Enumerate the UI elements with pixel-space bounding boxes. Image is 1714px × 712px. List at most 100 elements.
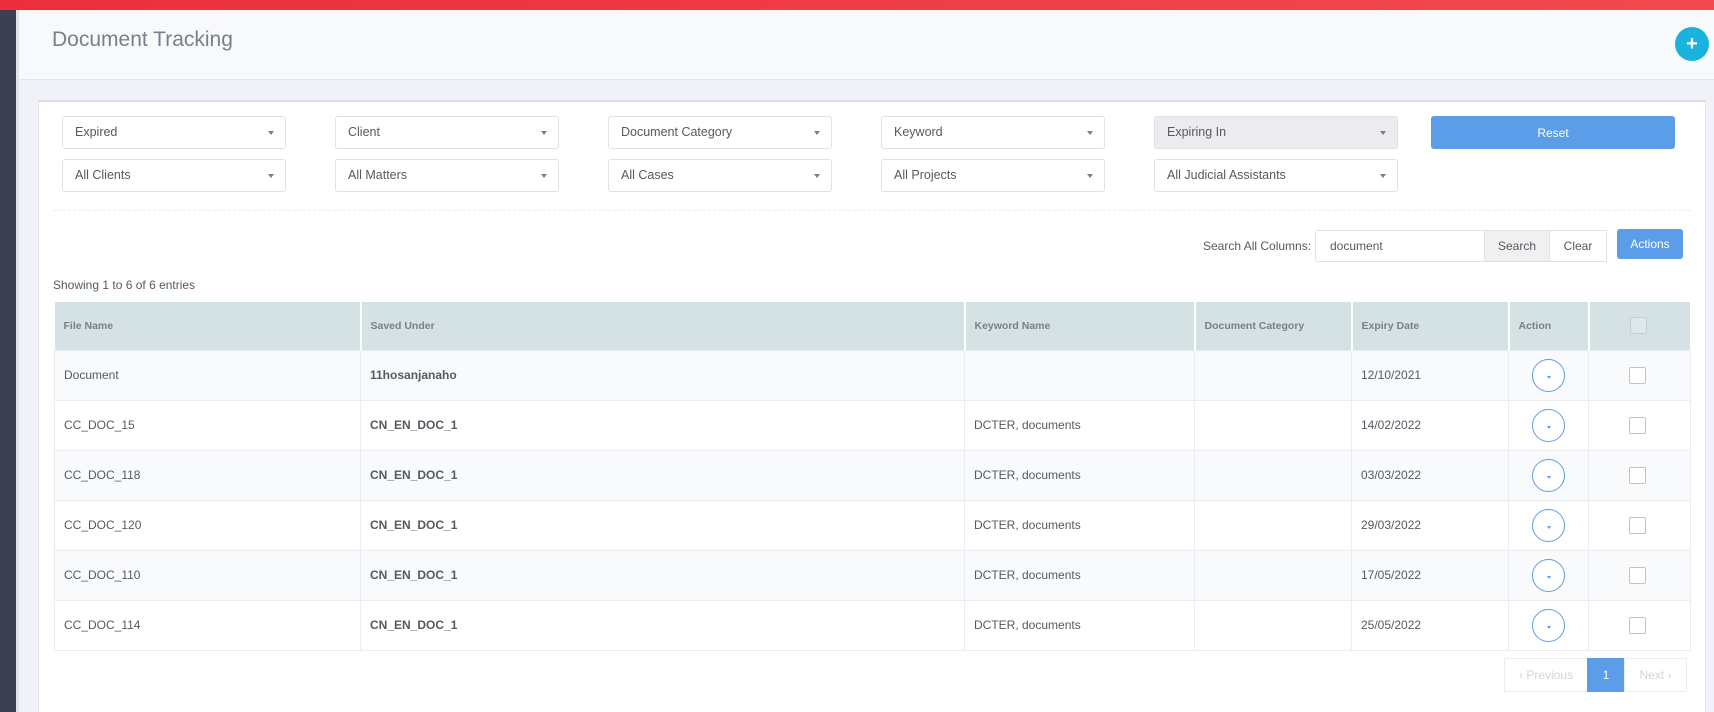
actions-button[interactable]: Actions xyxy=(1617,229,1683,259)
chevron-down-icon xyxy=(814,174,820,178)
row-checkbox[interactable] xyxy=(1629,366,1646,384)
column-header-select xyxy=(1588,302,1692,351)
cell-keyword-name xyxy=(964,350,1195,401)
all-projects-filter[interactable]: All Projects xyxy=(881,159,1105,192)
cell-file-name: CC_DOC_120 xyxy=(54,500,361,551)
expiring-in-filter-value: Expiring In xyxy=(1167,125,1227,139)
cell-file-name: CC_DOC_114 xyxy=(54,600,361,651)
cell-keyword-name: DCTER, documents xyxy=(964,400,1195,451)
row-checkbox[interactable] xyxy=(1629,516,1646,534)
row-checkbox[interactable] xyxy=(1629,566,1646,584)
row-checkbox[interactable] xyxy=(1629,466,1646,484)
reset-button[interactable]: Reset xyxy=(1431,116,1675,149)
all-clients-filter[interactable]: All Clients xyxy=(62,159,286,192)
cell-expiry-date: 12/10/2021 xyxy=(1351,350,1509,401)
row-checkbox[interactable] xyxy=(1629,416,1646,434)
row-action-dropdown[interactable] xyxy=(1532,608,1565,642)
cell-file-name: Document xyxy=(54,350,361,401)
cell-file-name: CC_DOC_15 xyxy=(54,400,361,451)
search-label: Search All Columns: xyxy=(1203,239,1312,253)
add-document-button[interactable]: + xyxy=(1675,27,1709,61)
column-header-expiry-date[interactable]: Expiry Date xyxy=(1351,302,1510,351)
row-checkbox[interactable] xyxy=(1629,616,1646,634)
cell-saved-under: CN_EN_DOC_1 xyxy=(360,600,965,651)
column-header-action: Action xyxy=(1508,302,1590,351)
column-header-file-name[interactable]: File Name xyxy=(54,302,362,351)
cell-action xyxy=(1508,600,1589,651)
clear-button[interactable]: Clear xyxy=(1549,230,1607,262)
column-header-document-category[interactable]: Document Category xyxy=(1194,302,1353,351)
client-type-filter[interactable]: Client xyxy=(335,116,559,149)
chevron-down-icon xyxy=(1380,174,1386,178)
document-category-filter-value: Document Category xyxy=(621,125,733,139)
table-row: Document 11hosanjanaho 12/10/2021 xyxy=(54,350,1691,401)
cell-document-category xyxy=(1194,600,1352,651)
judicial-assistants-filter[interactable]: All Judicial Assistants xyxy=(1154,159,1398,192)
cell-select xyxy=(1588,550,1691,601)
all-projects-filter-value: All Projects xyxy=(894,168,957,182)
chevron-down-icon xyxy=(541,174,547,178)
pagination-previous-label: Previous xyxy=(1526,668,1574,682)
cell-action xyxy=(1508,500,1589,551)
chevron-down-icon xyxy=(268,174,274,178)
chevron-down-icon xyxy=(1547,525,1551,529)
cell-keyword-name: DCTER, documents xyxy=(964,500,1195,551)
cell-keyword-name: DCTER, documents xyxy=(964,450,1195,501)
cell-expiry-date: 03/03/2022 xyxy=(1351,450,1509,501)
cell-expiry-date: 29/03/2022 xyxy=(1351,500,1509,551)
cell-saved-under: CN_EN_DOC_1 xyxy=(360,400,965,451)
document-tracking-panel: Expired Client Document Category Keyword… xyxy=(38,100,1706,712)
chevron-down-icon xyxy=(268,131,274,135)
pagination-previous[interactable]: ‹ Previous xyxy=(1504,658,1588,692)
search-button[interactable]: Search xyxy=(1484,230,1550,262)
cell-select xyxy=(1588,500,1691,551)
chevron-down-icon xyxy=(1087,174,1093,178)
pagination-next[interactable]: Next › xyxy=(1624,658,1687,692)
keyword-filter[interactable]: Keyword xyxy=(881,116,1105,149)
all-clients-filter-value: All Clients xyxy=(75,168,131,182)
keyword-filter-value: Keyword xyxy=(894,125,943,139)
cell-file-name: CC_DOC_118 xyxy=(54,450,361,501)
pagination-page-1[interactable]: 1 xyxy=(1587,658,1625,692)
document-category-filter[interactable]: Document Category xyxy=(608,116,832,149)
entries-info: Showing 1 to 6 of 6 entries xyxy=(53,278,196,292)
row-action-dropdown[interactable] xyxy=(1532,408,1565,442)
all-matters-filter[interactable]: All Matters xyxy=(335,159,559,192)
cell-saved-under: CN_EN_DOC_1 xyxy=(360,550,965,601)
table-row: CC_DOC_15 CN_EN_DOC_1 DCTER, documents 1… xyxy=(54,400,1691,451)
cell-keyword-name: DCTER, documents xyxy=(964,550,1195,601)
cell-action xyxy=(1508,450,1589,501)
expiring-in-filter[interactable]: Expiring In xyxy=(1154,116,1398,149)
status-filter[interactable]: Expired xyxy=(62,116,286,149)
table-row: CC_DOC_110 CN_EN_DOC_1 DCTER, documents … xyxy=(54,550,1691,601)
row-action-dropdown[interactable] xyxy=(1532,458,1565,492)
cell-keyword-name: DCTER, documents xyxy=(964,600,1195,651)
chevron-down-icon xyxy=(1547,425,1551,429)
cell-saved-under: 11hosanjanaho xyxy=(360,350,965,401)
page-header: Document Tracking + xyxy=(19,10,1714,80)
row-action-dropdown[interactable] xyxy=(1532,558,1565,592)
column-header-keyword-name[interactable]: Keyword Name xyxy=(964,302,1196,351)
select-all-checkbox[interactable] xyxy=(1629,317,1647,335)
cell-file-name: CC_DOC_110 xyxy=(54,550,361,601)
row-action-dropdown[interactable] xyxy=(1532,358,1565,392)
cell-expiry-date: 25/05/2022 xyxy=(1351,600,1509,651)
cell-document-category xyxy=(1194,400,1352,451)
chevron-down-icon xyxy=(1087,131,1093,135)
client-type-filter-value: Client xyxy=(348,125,380,139)
cell-select xyxy=(1588,400,1691,451)
cell-document-category xyxy=(1194,500,1352,551)
table-row: CC_DOC_114 CN_EN_DOC_1 DCTER, documents … xyxy=(54,600,1691,651)
cell-saved-under: CN_EN_DOC_1 xyxy=(360,450,965,501)
all-cases-filter[interactable]: All Cases xyxy=(608,159,832,192)
sidebar-rail xyxy=(0,10,16,712)
judicial-assistants-filter-value: All Judicial Assistants xyxy=(1167,168,1286,182)
cell-document-category xyxy=(1194,550,1352,601)
cell-document-category xyxy=(1194,450,1352,501)
chevron-down-icon xyxy=(814,131,820,135)
column-header-saved-under[interactable]: Saved Under xyxy=(360,302,966,351)
cell-select xyxy=(1588,450,1691,501)
status-filter-value: Expired xyxy=(75,125,118,139)
search-input[interactable] xyxy=(1315,230,1485,262)
row-action-dropdown[interactable] xyxy=(1532,508,1565,542)
